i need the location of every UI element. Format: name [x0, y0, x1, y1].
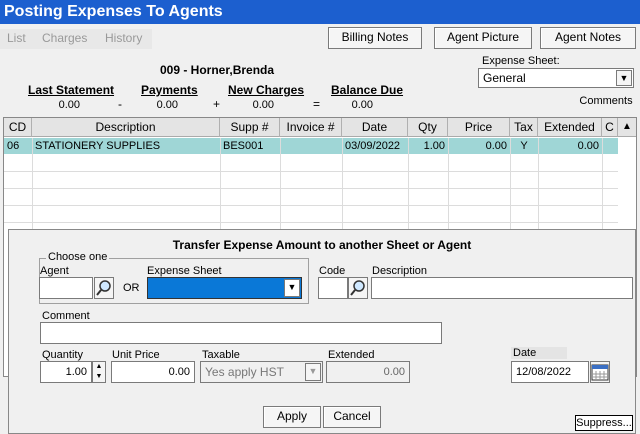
- expense-sheet-dialog-label: Expense Sheet: [147, 265, 222, 277]
- col-date[interactable]: Date: [342, 118, 408, 137]
- menu-charges[interactable]: Charges: [42, 31, 87, 45]
- choose-one-label: Choose one: [46, 251, 110, 263]
- cell-supp: BES001: [223, 140, 264, 152]
- grid-header: CD Description Supp # Invoice # Date Qty…: [4, 118, 636, 137]
- extended-input: 0.00: [326, 361, 410, 383]
- code-search-button[interactable]: [348, 277, 368, 299]
- payments-value: 0.00: [156, 99, 178, 111]
- col-tax[interactable]: Tax: [510, 118, 538, 137]
- grid-line: [4, 188, 618, 189]
- col-description[interactable]: Description: [32, 118, 220, 137]
- quantity-stepper[interactable]: ▲ ▼: [92, 361, 106, 383]
- col-price[interactable]: Price: [448, 118, 510, 137]
- suppress-button[interactable]: Suppress...: [575, 415, 633, 431]
- col-cd[interactable]: CD: [4, 118, 32, 137]
- cancel-button[interactable]: Cancel: [323, 406, 381, 428]
- comment-label: Comment: [42, 310, 90, 322]
- search-icon: [96, 280, 111, 296]
- menu-history[interactable]: History: [105, 31, 142, 45]
- quantity-label: Quantity: [42, 349, 83, 361]
- col-extended[interactable]: Extended: [538, 118, 602, 137]
- cell-tax: Y: [520, 140, 528, 152]
- taxable-select[interactable]: Yes apply HST ▼: [200, 361, 323, 383]
- col-supp[interactable]: Supp #: [220, 118, 280, 137]
- agent-name: 009 - Horner,Brenda: [160, 63, 275, 77]
- grid-line: [4, 171, 618, 172]
- agent-label: Agent: [40, 265, 69, 277]
- dialog-title: Transfer Expense Amount to another Sheet…: [172, 238, 472, 252]
- calendar-icon: [591, 364, 609, 381]
- grid-line: [4, 205, 618, 206]
- chevron-down-icon[interactable]: ▼: [284, 279, 300, 297]
- cell-date: 03/09/2022: [345, 140, 401, 152]
- quantity-input[interactable]: 1.00: [40, 361, 92, 383]
- calendar-button[interactable]: [590, 361, 610, 383]
- scroll-up-icon[interactable]: ▲: [620, 120, 634, 134]
- comment-input[interactable]: [40, 322, 442, 344]
- transfer-dialog: Transfer Expense Amount to another Sheet…: [8, 229, 636, 434]
- agent-search-button[interactable]: [94, 277, 114, 299]
- new-charges-value: 0.00: [252, 99, 274, 111]
- cell-cd: 06: [7, 140, 20, 152]
- menu-list[interactable]: List: [7, 31, 26, 45]
- date-label: Date: [511, 347, 567, 359]
- payments-label: Payments: [141, 83, 198, 97]
- chevron-down-icon[interactable]: ▼: [616, 70, 632, 86]
- balance-due-value: 0.00: [351, 99, 373, 111]
- date-input[interactable]: 12/08/2022: [511, 361, 589, 383]
- agent-notes-button[interactable]: Agent Notes: [540, 27, 636, 49]
- expense-sheet-dialog-select[interactable]: ▼: [147, 277, 302, 299]
- extended-label: Extended: [328, 349, 375, 361]
- unit-price-label: Unit Price: [112, 349, 160, 361]
- expense-sheet-select[interactable]: General ▼: [478, 68, 634, 88]
- description-label: Description: [372, 265, 428, 277]
- or-label: OR: [123, 282, 140, 294]
- taxable-value: Yes apply HST: [205, 365, 284, 379]
- apply-button[interactable]: Apply: [263, 406, 321, 428]
- code-input[interactable]: [318, 277, 348, 299]
- expense-sheet-value: General: [483, 71, 526, 85]
- cell-price: 0.00: [485, 140, 507, 152]
- window-title: Posting Expenses To Agents: [0, 0, 640, 24]
- col-invoice[interactable]: Invoice #: [280, 118, 342, 137]
- equals-operator: =: [313, 97, 321, 111]
- agent-input[interactable]: [39, 277, 93, 299]
- table-row[interactable]: 06 STATIONERY SUPPLIES BES001 03/09/2022…: [4, 138, 618, 154]
- agent-picture-button[interactable]: Agent Picture: [434, 27, 532, 49]
- code-label: Code: [319, 265, 346, 277]
- comments-button[interactable]: Comments: [576, 93, 636, 113]
- last-statement-label: Last Statement: [28, 83, 115, 97]
- cell-description: STATIONERY SUPPLIES: [35, 140, 161, 152]
- description-input[interactable]: [371, 277, 633, 299]
- unit-price-input[interactable]: 0.00: [111, 361, 195, 383]
- taxable-label: Taxable: [202, 349, 240, 361]
- cell-extended: 0.00: [577, 140, 599, 152]
- new-charges-label: New Charges: [228, 83, 305, 97]
- chevron-down-icon[interactable]: ▼: [305, 363, 321, 381]
- minus-operator: -: [118, 97, 122, 111]
- col-qty[interactable]: Qty: [408, 118, 448, 137]
- billing-notes-button[interactable]: Billing Notes: [328, 27, 422, 49]
- cell-qty: 1.00: [423, 140, 445, 152]
- plus-operator: +: [213, 97, 221, 111]
- last-statement-value: 0.00: [58, 99, 80, 111]
- cell-invoice: [280, 138, 342, 154]
- balance-due-label: Balance Due: [331, 83, 404, 97]
- expense-sheet-label: Expense Sheet:: [482, 55, 560, 67]
- col-c[interactable]: C: [602, 118, 618, 137]
- grid-line: [4, 222, 618, 223]
- search-icon: [350, 280, 365, 296]
